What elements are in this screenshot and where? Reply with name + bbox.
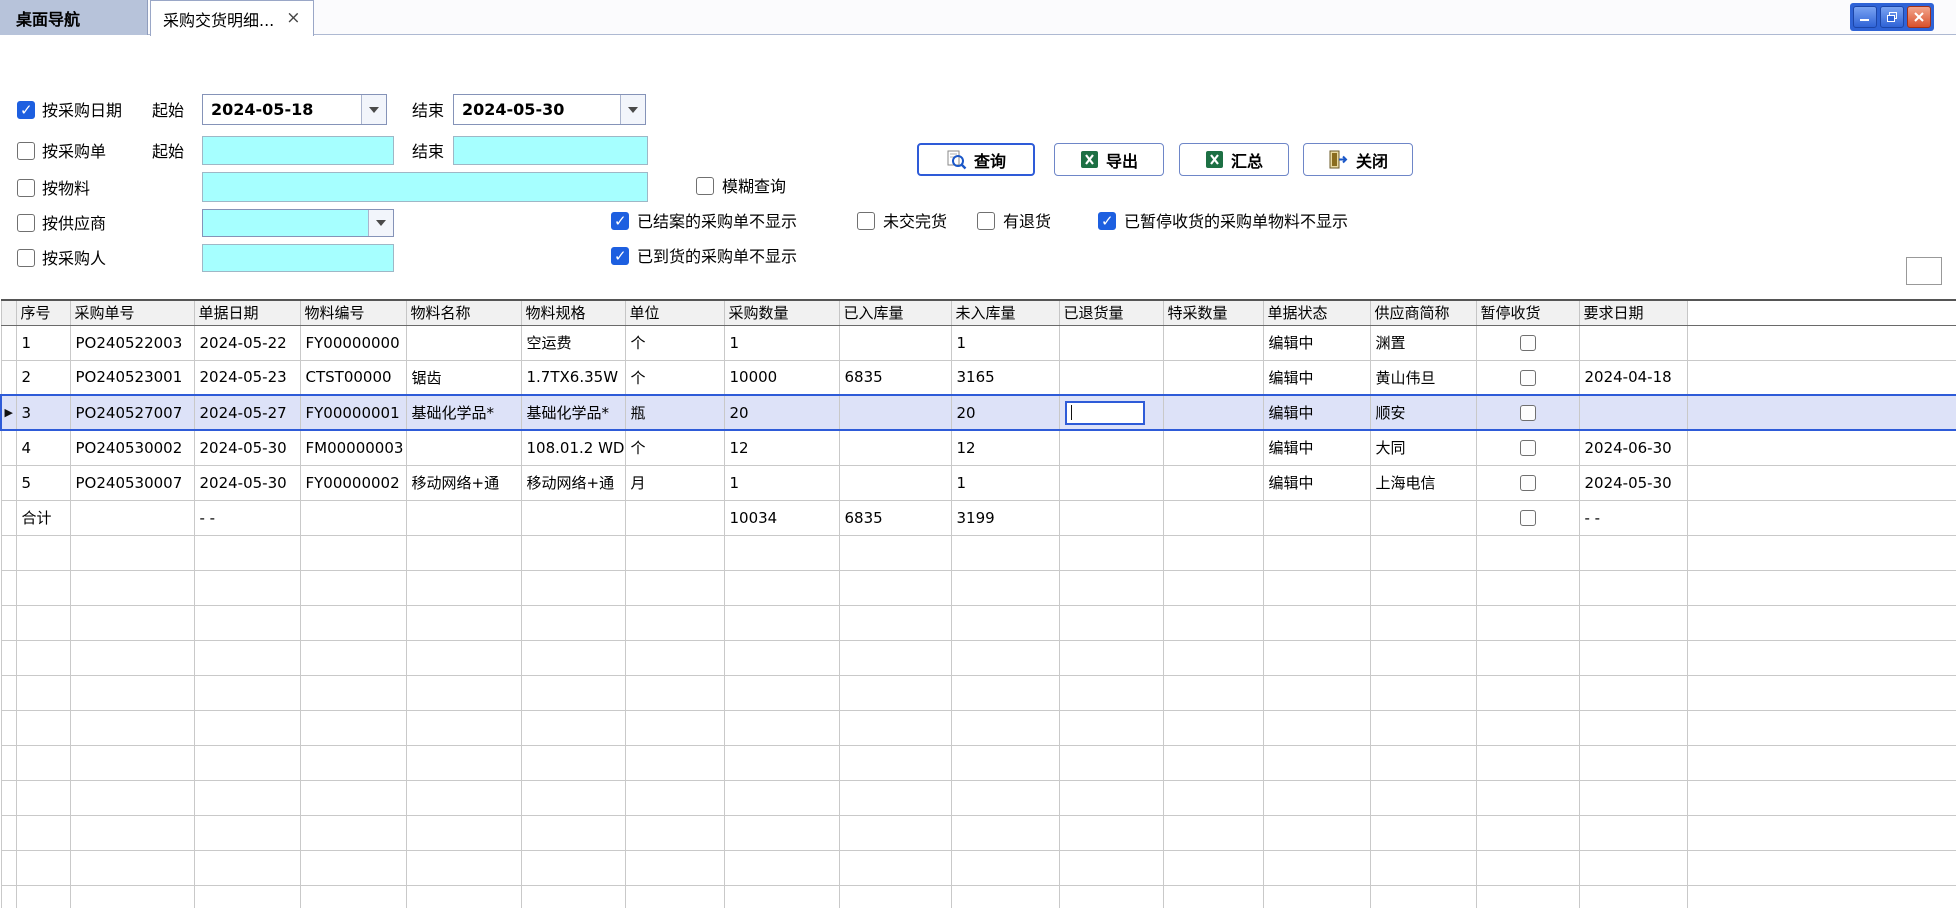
excel-icon (1080, 150, 1099, 169)
chevron-shape (376, 220, 386, 226)
hide-paused-checkbox[interactable] (1098, 212, 1116, 230)
date-end-value: 2024-05-30 (454, 95, 620, 124)
filter-by-po-label: 按采购单 (42, 142, 106, 161)
tab-purchase-delivery-detail-label: 采购交货明细... (163, 7, 274, 31)
export-button-label: 导出 (1106, 148, 1138, 172)
fuzzy-search-label: 模糊查询 (722, 177, 786, 196)
query-icon (946, 150, 967, 170)
window-controls (1850, 3, 1934, 31)
filter-by-supplier-checkbox[interactable] (17, 214, 35, 232)
tab-purchase-delivery-detail[interactable]: 采购交货明细... × (150, 0, 314, 36)
filter-by-material-checkbox[interactable] (17, 179, 35, 197)
buyer-input[interactable] (202, 244, 394, 272)
filter-by-date-label: 按采购日期 (42, 101, 122, 120)
filter-by-date-checkbox[interactable] (17, 101, 35, 119)
chevron-down-icon[interactable] (620, 95, 645, 124)
filter-by-buyer-label: 按采购人 (42, 249, 106, 268)
tab-desktop-navigation-label: 桌面导航 (16, 6, 80, 30)
hide-closed-checkbox[interactable] (611, 212, 629, 230)
undelivered-label: 未交完货 (883, 212, 947, 231)
close-button[interactable]: 关闭 (1303, 143, 1413, 176)
chevron-shape (628, 107, 638, 113)
close-button-label: 关闭 (1356, 148, 1388, 172)
po-start-label: 起始 (152, 142, 184, 161)
date-end-label: 结束 (412, 101, 444, 120)
chevron-down-icon[interactable] (368, 210, 393, 236)
query-button[interactable]: 查询 (917, 143, 1035, 176)
app-window: 桌面导航 采购交货明细... × (0, 0, 1956, 908)
has-return-label: 有退货 (1003, 212, 1051, 231)
hide-closed-label: 已结案的采购单不显示 (637, 212, 797, 231)
grid-corner-box (1906, 257, 1942, 285)
date-end-combo[interactable]: 2024-05-30 (453, 94, 646, 125)
summarize-button[interactable]: 汇总 (1179, 143, 1289, 176)
po-end-input[interactable] (453, 136, 648, 165)
filter-by-material-label: 按物料 (42, 179, 90, 198)
tab-bar: 桌面导航 采购交货明细... × (0, 0, 1956, 35)
restore-button[interactable] (1880, 6, 1904, 28)
chevron-down-icon[interactable] (361, 95, 386, 124)
export-button[interactable]: 导出 (1054, 143, 1164, 176)
fuzzy-search-checkbox[interactable] (696, 177, 714, 195)
date-start-label: 起始 (152, 101, 184, 120)
undelivered-checkbox[interactable] (857, 212, 875, 230)
query-button-label: 查询 (974, 148, 1006, 172)
exit-door-icon (1328, 150, 1349, 169)
chevron-shape (369, 107, 379, 113)
close-window-button[interactable] (1907, 6, 1931, 28)
filter-by-buyer-checkbox[interactable] (17, 249, 35, 267)
excel-icon (1205, 150, 1224, 169)
close-icon (1913, 11, 1925, 23)
po-start-input[interactable] (202, 136, 394, 165)
supplier-combo[interactable] (202, 209, 394, 237)
date-start-value: 2024-05-18 (203, 95, 361, 124)
filter-panel: 按采购日期 起始 2024-05-18 结束 2024-05-30 按采购单 起… (0, 0, 1956, 908)
summarize-button-label: 汇总 (1231, 148, 1263, 172)
filter-by-po-checkbox[interactable] (17, 142, 35, 160)
po-end-label: 结束 (412, 142, 444, 161)
minimize-button[interactable] (1853, 6, 1877, 28)
has-return-checkbox[interactable] (977, 212, 995, 230)
minimize-icon (1859, 11, 1871, 23)
date-start-combo[interactable]: 2024-05-18 (202, 94, 387, 125)
supplier-value (203, 210, 368, 236)
hide-arrived-checkbox[interactable] (611, 247, 629, 265)
tab-desktop-navigation[interactable]: 桌面导航 (0, 0, 148, 35)
restore-icon (1886, 11, 1898, 23)
hide-paused-label: 已暂停收货的采购单物料不显示 (1124, 212, 1348, 231)
hide-arrived-label: 已到货的采购单不显示 (637, 247, 797, 266)
tab-close-icon[interactable]: × (286, 10, 300, 27)
filter-by-supplier-label: 按供应商 (42, 214, 106, 233)
material-input[interactable] (202, 172, 648, 202)
